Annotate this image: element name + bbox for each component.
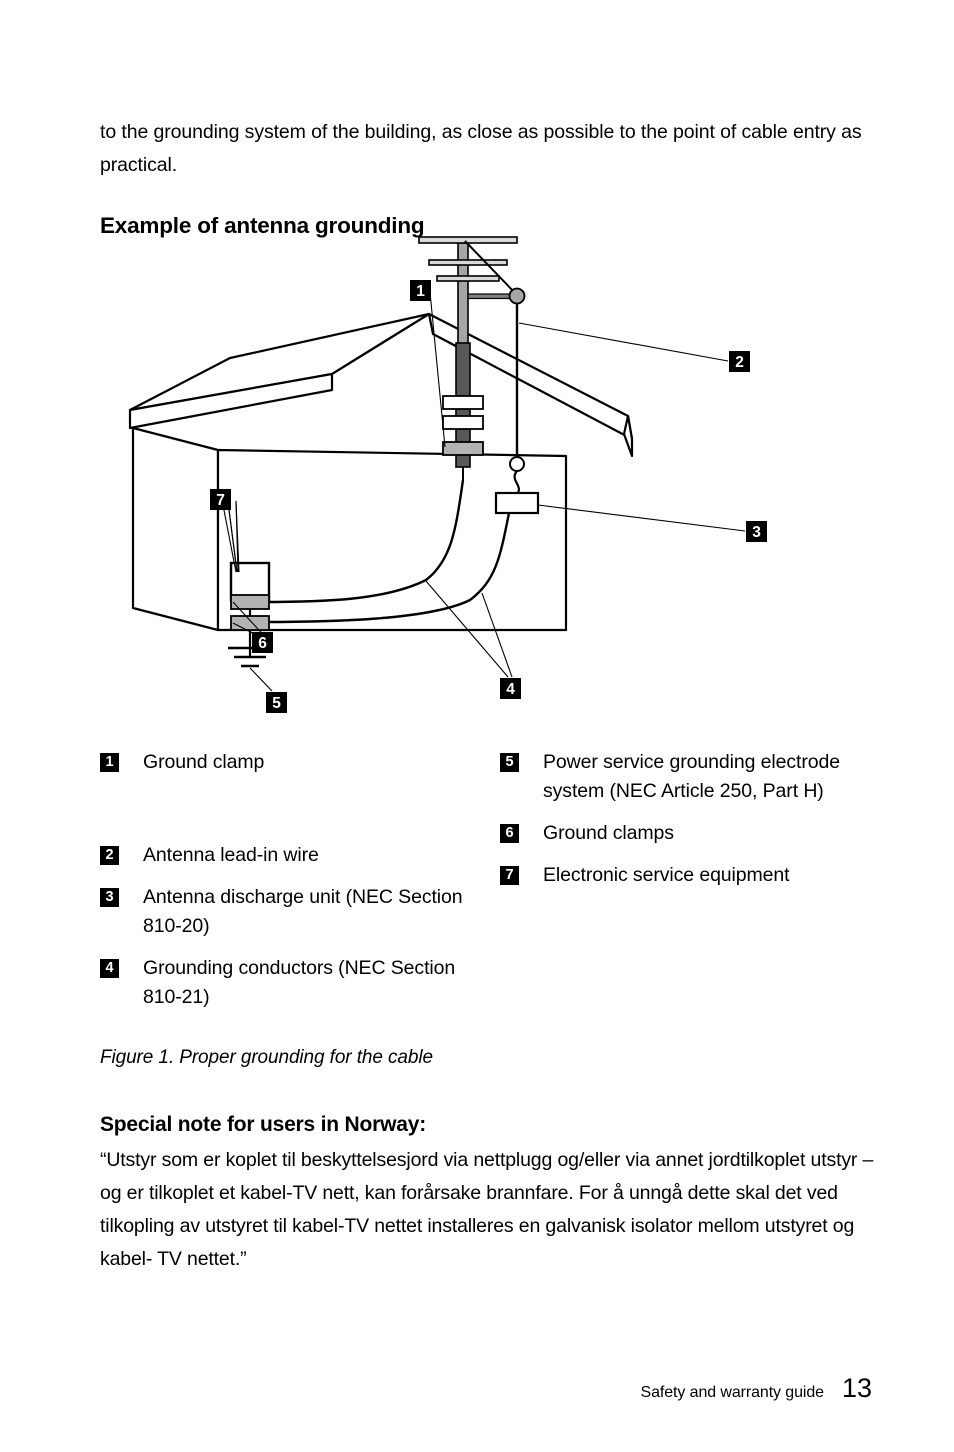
- legend-label: Power service grounding electrode system…: [543, 751, 840, 802]
- legend-item: 2 Antenna lead-in wire: [100, 841, 470, 870]
- ground-clamp-lower: [230, 615, 270, 631]
- legend-badge: 2: [100, 846, 119, 865]
- legend-badge: 3: [100, 888, 119, 907]
- legend-item: 7 Electronic service equipment: [500, 861, 880, 890]
- legend-item: 6 Ground clamps: [500, 819, 880, 848]
- figure-callout-2-label: 2: [735, 354, 744, 371]
- legend-item: 4 Grounding conductors (NEC Section 810-…: [100, 954, 470, 1012]
- legend-label: Grounding conductors (NEC Section 810-21…: [143, 957, 456, 1008]
- footer-page-number: 13: [841, 1373, 872, 1403]
- legend-badge: 1: [100, 753, 119, 772]
- mast-clamps: [442, 395, 484, 456]
- figure-callout-6-label: 6: [258, 635, 267, 652]
- document-page: to the grounding system of the building,…: [0, 0, 954, 1452]
- antenna-grounding-figure: 1 2 3 4 5 6 7: [100, 228, 870, 728]
- norway-note-paragraph: “Utstyr som er koplet til beskyttelsesjo…: [100, 1148, 874, 1270]
- legend-item: 5 Power service grounding electrode syst…: [500, 748, 880, 806]
- figure-callout-1-label: 1: [416, 283, 425, 300]
- legend-badge: 7: [500, 866, 519, 885]
- antenna-discharge-unit: [494, 491, 540, 515]
- page-footer: Safety and warranty guide 13: [641, 1373, 872, 1404]
- lead-in-insulator: [509, 456, 525, 472]
- figure-callout-5-label: 5: [272, 695, 281, 712]
- legend-badge: 6: [500, 824, 519, 843]
- figure-callout-4-label: 4: [506, 681, 515, 698]
- legend-label: Electronic service equipment: [543, 864, 790, 886]
- legend-badge: 4: [100, 959, 119, 978]
- legend-label: Antenna lead-in wire: [143, 844, 319, 866]
- intro-paragraph: to the grounding system of the building,…: [100, 120, 862, 176]
- legend-label: Ground clamp: [143, 751, 265, 773]
- legend-item: 1 Ground clamp: [100, 748, 470, 777]
- mast-clamp-upper: [442, 395, 484, 410]
- house-roof: [128, 312, 634, 458]
- legend-label: Antenna discharge unit (NEC Section 810-…: [143, 886, 463, 937]
- legend-item: 3 Antenna discharge unit (NEC Section 81…: [100, 883, 470, 941]
- legend-column-left: 1 Ground clamp 2 Antenna lead-in wire 3 …: [100, 748, 470, 1025]
- ground-clamp-on-mast: [442, 441, 484, 456]
- figure-callout-3-label: 3: [752, 524, 761, 541]
- norway-note-heading: Special note for users in Norway:: [100, 1113, 426, 1136]
- footer-guide-label: Safety and warranty guide: [640, 1384, 825, 1401]
- ground-clamp-upper: [230, 594, 270, 610]
- figure-caption: Figure 1. Proper grounding for the cable: [100, 1047, 433, 1068]
- legend-column-right: 5 Power service grounding electrode syst…: [500, 748, 880, 903]
- figure-callout-7-label: 7: [216, 492, 225, 509]
- legend-label: Ground clamps: [543, 822, 674, 844]
- mast-clamp-lower: [442, 415, 484, 430]
- legend-badge: 5: [500, 753, 519, 772]
